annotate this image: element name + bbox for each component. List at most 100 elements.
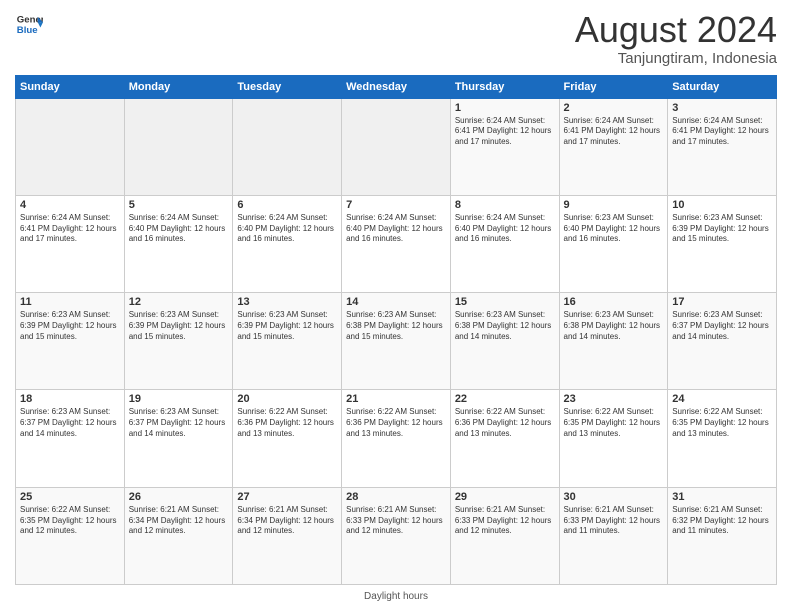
- day-info: Sunrise: 6:23 AM Sunset: 6:37 PM Dayligh…: [129, 407, 229, 439]
- day-info: Sunrise: 6:24 AM Sunset: 6:41 PM Dayligh…: [20, 213, 120, 245]
- day-info: Sunrise: 6:24 AM Sunset: 6:41 PM Dayligh…: [455, 116, 555, 148]
- day-cell: 12Sunrise: 6:23 AM Sunset: 6:39 PM Dayli…: [124, 293, 233, 390]
- day-number: 18: [20, 393, 120, 405]
- week-row-4: 18 Sunrise: 6:23 AM Sunset: 6:37 PM Dayli…: [16, 390, 777, 487]
- main-title: August 2024: [575, 10, 777, 50]
- day-number: 30: [564, 491, 664, 503]
- day-cell: [233, 98, 342, 195]
- day-info: Sunrise: 6:22 AM Sunset: 6:36 PM Dayligh…: [455, 407, 555, 439]
- day-number: 11: [20, 296, 120, 308]
- day-cell: 19 Sunrise: 6:23 AM Sunset: 6:37 PM Dayli…: [124, 390, 233, 487]
- day-number: 4: [20, 199, 120, 211]
- day-cell: 9Sunrise: 6:23 AM Sunset: 6:40 PM Daylig…: [559, 195, 668, 292]
- day-info: Sunrise: 6:24 AM Sunset: 6:40 PM Dayligh…: [455, 213, 555, 245]
- day-info: Sunrise: 6:22 AM Sunset: 6:35 PM Dayligh…: [564, 407, 664, 439]
- day-info: Sunrise: 6:22 AM Sunset: 6:35 PM Dayligh…: [20, 505, 120, 537]
- day-cell: 15Sunrise: 6:23 AM Sunset: 6:38 PM Dayli…: [450, 293, 559, 390]
- day-info: Sunrise: 6:21 AM Sunset: 6:32 PM Dayligh…: [672, 505, 772, 537]
- header: General Blue August 2024 Tanjungtiram, I…: [15, 10, 777, 67]
- day-number: 8: [455, 199, 555, 211]
- day-number: 31: [672, 491, 772, 503]
- day-info: Sunrise: 6:23 AM Sunset: 6:39 PM Dayligh…: [237, 310, 337, 342]
- day-number: 9: [564, 199, 664, 211]
- day-cell: 29 Sunrise: 6:21 AM Sunset: 6:33 PM Dayli…: [450, 487, 559, 584]
- day-cell: [342, 98, 451, 195]
- calendar-page: General Blue August 2024 Tanjungtiram, I…: [0, 0, 792, 612]
- title-block: August 2024 Tanjungtiram, Indonesia: [575, 10, 777, 67]
- day-cell: [124, 98, 233, 195]
- day-info: Sunrise: 6:23 AM Sunset: 6:38 PM Dayligh…: [455, 310, 555, 342]
- day-cell: 8 Sunrise: 6:24 AM Sunset: 6:40 PM Daylig…: [450, 195, 559, 292]
- day-info: Sunrise: 6:24 AM Sunset: 6:40 PM Dayligh…: [237, 213, 337, 245]
- day-info: Sunrise: 6:24 AM Sunset: 6:40 PM Dayligh…: [129, 213, 229, 245]
- day-cell: 16 Sunrise: 6:23 AM Sunset: 6:38 PM Dayli…: [559, 293, 668, 390]
- day-cell: 11Sunrise: 6:23 AM Sunset: 6:39 PM Dayli…: [16, 293, 125, 390]
- day-number: 22: [455, 393, 555, 405]
- day-number: 26: [129, 491, 229, 503]
- day-info: Sunrise: 6:24 AM Sunset: 6:41 PM Dayligh…: [672, 116, 772, 148]
- day-number: 5: [129, 199, 229, 211]
- day-cell: 3 Sunrise: 6:24 AM Sunset: 6:41 PM Daylig…: [668, 98, 777, 195]
- day-number: 14: [346, 296, 446, 308]
- footer-text: Daylight hours: [364, 591, 428, 602]
- day-info: Sunrise: 6:23 AM Sunset: 6:38 PM Dayligh…: [564, 310, 664, 342]
- day-header-wednesday: Wednesday: [342, 75, 451, 98]
- day-cell: 20Sunrise: 6:22 AM Sunset: 6:36 PM Dayli…: [233, 390, 342, 487]
- week-row-5: 25Sunrise: 6:22 AM Sunset: 6:35 PM Dayli…: [16, 487, 777, 584]
- day-header-thursday: Thursday: [450, 75, 559, 98]
- day-number: 23: [564, 393, 664, 405]
- footer: Daylight hours: [15, 591, 777, 602]
- logo: General Blue: [15, 10, 43, 38]
- day-cell: 24 Sunrise: 6:22 AM Sunset: 6:35 PM Dayli…: [668, 390, 777, 487]
- day-cell: 17Sunrise: 6:23 AM Sunset: 6:37 PM Dayli…: [668, 293, 777, 390]
- day-info: Sunrise: 6:22 AM Sunset: 6:36 PM Dayligh…: [237, 407, 337, 439]
- day-number: 3: [672, 102, 772, 114]
- week-row-3: 11 Sunrise: 6:23 AM Sunset: 6:39 PM Dayli…: [16, 293, 777, 390]
- week-row-1: 1 Sunrise: 6:24 AM Sunset: 6:41 PM Daylig…: [16, 98, 777, 195]
- day-cell: 25Sunrise: 6:22 AM Sunset: 6:35 PM Dayli…: [16, 487, 125, 584]
- day-header-saturday: Saturday: [668, 75, 777, 98]
- day-number: 12: [129, 296, 229, 308]
- day-number: 10: [672, 199, 772, 211]
- day-header-sunday: Sunday: [16, 75, 125, 98]
- day-cell: 28 Sunrise: 6:21 AM Sunset: 6:33 PM Dayli…: [342, 487, 451, 584]
- day-info: Sunrise: 6:22 AM Sunset: 6:35 PM Dayligh…: [672, 407, 772, 439]
- day-cell: 21Sunrise: 6:22 AM Sunset: 6:36 PM Dayli…: [342, 390, 451, 487]
- header-row: SundayMondayTuesdayWednesdayThursdayFrid…: [16, 75, 777, 98]
- day-cell: 31 Sunrise: 6:21 AM Sunset: 6:32 PM Dayli…: [668, 487, 777, 584]
- day-info: Sunrise: 6:23 AM Sunset: 6:37 PM Dayligh…: [672, 310, 772, 342]
- day-cell: 4 Sunrise: 6:24 AM Sunset: 6:41 PM Daylig…: [16, 195, 125, 292]
- week-row-2: 4 Sunrise: 6:24 AM Sunset: 6:41 PM Daylig…: [16, 195, 777, 292]
- day-cell: 23 Sunrise: 6:22 AM Sunset: 6:35 PM Dayli…: [559, 390, 668, 487]
- day-info: Sunrise: 6:21 AM Sunset: 6:33 PM Dayligh…: [346, 505, 446, 537]
- day-number: 29: [455, 491, 555, 503]
- day-cell: 6 Sunrise: 6:24 AM Sunset: 6:40 PM Daylig…: [233, 195, 342, 292]
- day-info: Sunrise: 6:23 AM Sunset: 6:38 PM Dayligh…: [346, 310, 446, 342]
- day-number: 24: [672, 393, 772, 405]
- day-cell: 18 Sunrise: 6:23 AM Sunset: 6:37 PM Dayli…: [16, 390, 125, 487]
- day-cell: 10Sunrise: 6:23 AM Sunset: 6:39 PM Dayli…: [668, 195, 777, 292]
- day-number: 16: [564, 296, 664, 308]
- day-info: Sunrise: 6:21 AM Sunset: 6:34 PM Dayligh…: [237, 505, 337, 537]
- day-info: Sunrise: 6:21 AM Sunset: 6:33 PM Dayligh…: [564, 505, 664, 537]
- day-number: 28: [346, 491, 446, 503]
- day-info: Sunrise: 6:24 AM Sunset: 6:41 PM Dayligh…: [564, 116, 664, 148]
- day-cell: 13Sunrise: 6:23 AM Sunset: 6:39 PM Dayli…: [233, 293, 342, 390]
- day-info: Sunrise: 6:22 AM Sunset: 6:36 PM Dayligh…: [346, 407, 446, 439]
- day-number: 7: [346, 199, 446, 211]
- logo-icon: General Blue: [15, 10, 43, 38]
- day-cell: 22 Sunrise: 6:22 AM Sunset: 6:36 PM Dayli…: [450, 390, 559, 487]
- day-cell: 1 Sunrise: 6:24 AM Sunset: 6:41 PM Daylig…: [450, 98, 559, 195]
- day-cell: 7Sunrise: 6:24 AM Sunset: 6:40 PM Daylig…: [342, 195, 451, 292]
- day-number: 1: [455, 102, 555, 114]
- day-number: 19: [129, 393, 229, 405]
- day-cell: [16, 98, 125, 195]
- svg-text:Blue: Blue: [17, 25, 38, 36]
- day-number: 2: [564, 102, 664, 114]
- day-info: Sunrise: 6:21 AM Sunset: 6:34 PM Dayligh…: [129, 505, 229, 537]
- day-header-tuesday: Tuesday: [233, 75, 342, 98]
- day-number: 6: [237, 199, 337, 211]
- day-info: Sunrise: 6:23 AM Sunset: 6:37 PM Dayligh…: [20, 407, 120, 439]
- day-cell: 27Sunrise: 6:21 AM Sunset: 6:34 PM Dayli…: [233, 487, 342, 584]
- day-info: Sunrise: 6:21 AM Sunset: 6:33 PM Dayligh…: [455, 505, 555, 537]
